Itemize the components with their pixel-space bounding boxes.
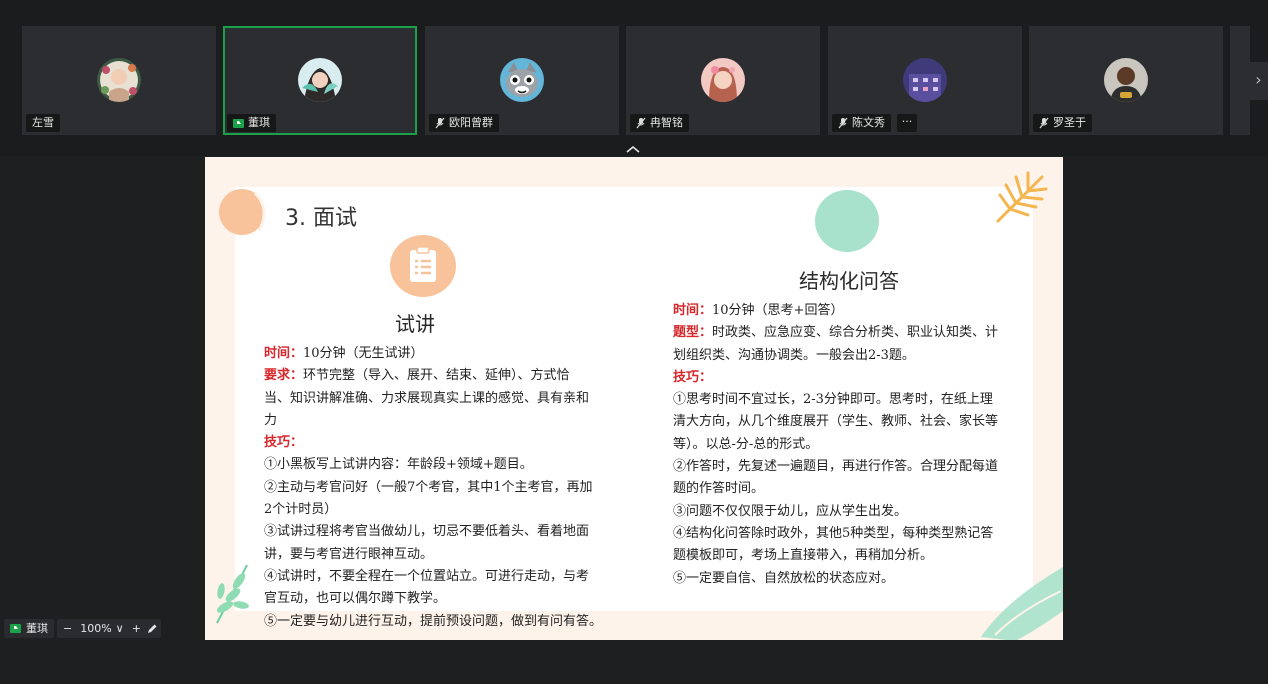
chevron-down-icon[interactable]: ∨: [116, 619, 124, 638]
requirement-text: 环节完整（导入、展开、结束、延伸）、方式恰: [303, 368, 570, 384]
tip-line: ④试讲时，不要全程在一个位置站立。可进行走动，与考: [264, 568, 590, 584]
requirement-text: 当、知识讲解准确、力求展现真实上课的感觉、具有亲和: [264, 390, 590, 406]
tip-line: 等）。以总-分-总的形式。: [673, 436, 819, 452]
mic-muted-icon: [838, 117, 848, 129]
tips-label: 技巧：: [673, 369, 713, 385]
pencil-icon: [147, 624, 156, 633]
participant-name: 陈文秀: [852, 116, 885, 129]
participant-name-tag: 董琪: [227, 114, 276, 132]
presenter-name: 董琪: [26, 622, 48, 635]
participant-tile-4[interactable]: 冉智铭: [626, 26, 820, 135]
participant-name-tag: 左雪: [26, 114, 60, 132]
participant-name-tag: 罗圣于: [1033, 114, 1092, 132]
bottom-bar: [0, 640, 1268, 684]
more-dots-icon: ···: [901, 115, 913, 128]
shared-screen-slide: 3. 面试 试讲 结构化问答 时间：10分钟（无生试讲） 要求：环节完整（导入、…: [205, 157, 1063, 640]
tip-line: ②主动与考官问好（一般7个考官，其中1个主考官，再加: [264, 479, 593, 495]
tip-line: 清大方向，从几个维度展开（学生、教师、社会、家长等: [673, 414, 999, 430]
more-options-button[interactable]: ···: [897, 114, 917, 132]
right-column-body: 时间：10分钟（思考+回答） 题型：时政类、应急应变、综合分析类、职业认知类、计…: [673, 300, 1043, 590]
mint-circle-icon: [815, 190, 879, 252]
avatar-cat-cartoon: [500, 58, 544, 102]
participant-name-tag: 陈文秀: [832, 114, 891, 132]
participant-name: 罗圣于: [1053, 116, 1086, 129]
participant-name: 董琪: [248, 116, 270, 129]
time-value: 10分钟（无生试讲）: [303, 346, 424, 361]
avatar-girl-teal: [298, 58, 342, 102]
tips-label: 技巧：: [264, 435, 304, 451]
participant-tile-5[interactable]: 陈文秀 ···: [828, 26, 1022, 135]
presenter-tag: 董琪: [4, 619, 54, 638]
question-type-text: 时政类、应急应变、综合分析类、职业认知类、计: [712, 325, 999, 341]
collapse-strip-button[interactable]: [625, 139, 641, 153]
avatar-girl-pink: [701, 58, 745, 102]
tip-line: ①小黑板写上试讲内容：年龄段+领域+题目。: [264, 457, 533, 473]
participant-tile-partial[interactable]: [1230, 26, 1250, 135]
time-label: 时间：: [264, 346, 304, 361]
green-leaf-branch-icon: [216, 564, 249, 624]
zoom-in-button[interactable]: +: [132, 619, 141, 638]
participant-tile-6[interactable]: 罗圣于: [1029, 26, 1223, 135]
clipboard-list-icon: [390, 235, 456, 297]
tip-line: ①思考时间不宜过长，2-3分钟即可。思考时，在纸上理: [673, 392, 993, 408]
time-line: 时间：10分钟（思考+回答）: [673, 300, 1043, 322]
peach-brush-circle-icon: [219, 189, 266, 235]
participant-tile-3[interactable]: 欧阳曾群: [425, 26, 619, 135]
requirement-line: 要求：环节完整（导入、展开、结束、延伸）、方式恰: [264, 365, 634, 387]
tip-line: ⑤一定要与幼儿进行互动，提前预设问题，做到有问有答。: [264, 613, 603, 629]
participant-name-tag: 欧阳曾群: [429, 114, 499, 132]
mic-muted-icon: [435, 117, 445, 129]
participant-name: 欧阳曾群: [449, 116, 493, 129]
time-line: 时间：10分钟（无生试讲）: [264, 343, 634, 365]
tip-line: ③问题不仅仅限于幼儿，应从学生出发。: [673, 503, 908, 519]
requirement-text: 力: [264, 412, 278, 428]
mic-muted-icon: [1039, 117, 1049, 129]
tip-line: ⑤一定要自信、自然放松的状态应对。: [673, 570, 895, 586]
zoom-out-button[interactable]: −: [63, 619, 72, 638]
tip-line: 官互动，也可以偶尔蹲下教学。: [264, 591, 447, 607]
tip-line: 题模板即可，考场上直接带入，再稍加分析。: [673, 548, 934, 564]
time-label: 时间：: [673, 303, 713, 318]
zoom-control: − 100% ∨ +: [57, 619, 147, 638]
mic-muted-icon: [636, 117, 646, 129]
left-column-title: 试讲: [395, 312, 435, 336]
question-type-text: 划组织类、沟通协调类。一般会出2-3题。: [673, 347, 915, 363]
left-column-body: 时间：10分钟（无生试讲） 要求：环节完整（导入、展开、结束、延伸）、方式恰 当…: [264, 343, 634, 633]
section-title: 3. 面试: [285, 206, 357, 231]
avatar-floral-girl: [97, 58, 141, 102]
question-type-line: 题型：时政类、应急应变、综合分析类、职业认知类、计: [673, 322, 1043, 344]
participant-name: 冉智铭: [650, 116, 683, 129]
avatar-man-dark: [1104, 58, 1148, 102]
participant-name: 左雪: [32, 116, 54, 129]
palm-leaf-icon: [996, 171, 1048, 223]
right-column-title: 结构化问答: [799, 269, 899, 293]
next-page-button[interactable]: ›: [1249, 62, 1268, 100]
participant-tile-2-active-speaker[interactable]: 董琪: [223, 26, 417, 135]
tip-line: 2个计时员）: [264, 502, 338, 518]
chevron-up-icon: [626, 145, 640, 153]
participant-strip: 左雪 董琪 欧阳曾群 冉智铭 陈文秀 ··· 罗圣于 ›: [0, 0, 1268, 156]
screen-share-icon: [10, 624, 21, 633]
avatar-purple-building: [903, 58, 947, 102]
zoom-level[interactable]: 100%: [80, 619, 111, 638]
tip-line: ④结构化问答除时政外，其他5种类型，每种类型熟记答: [673, 525, 994, 541]
screen-share-icon: [233, 118, 244, 128]
tip-line: ②作答时，先复述一遍题目，再进行作答。合理分配每道: [673, 459, 999, 475]
tip-line: 题的作答时间。: [673, 481, 765, 497]
chevron-right-icon: ›: [1255, 70, 1262, 89]
annotate-button[interactable]: [142, 619, 161, 638]
requirement-label: 要求：: [264, 368, 304, 384]
tip-line: ③试讲过程将考官当做幼儿，切忌不要低着头、看着地面: [264, 524, 590, 540]
tip-line: 讲，要与考官进行眼神互动。: [264, 546, 434, 562]
question-type-label: 题型：: [673, 325, 713, 341]
participant-tile-1[interactable]: 左雪: [22, 26, 216, 135]
time-value: 10分钟（思考+回答）: [712, 303, 844, 318]
participant-name-tag: 冉智铭: [630, 114, 689, 132]
